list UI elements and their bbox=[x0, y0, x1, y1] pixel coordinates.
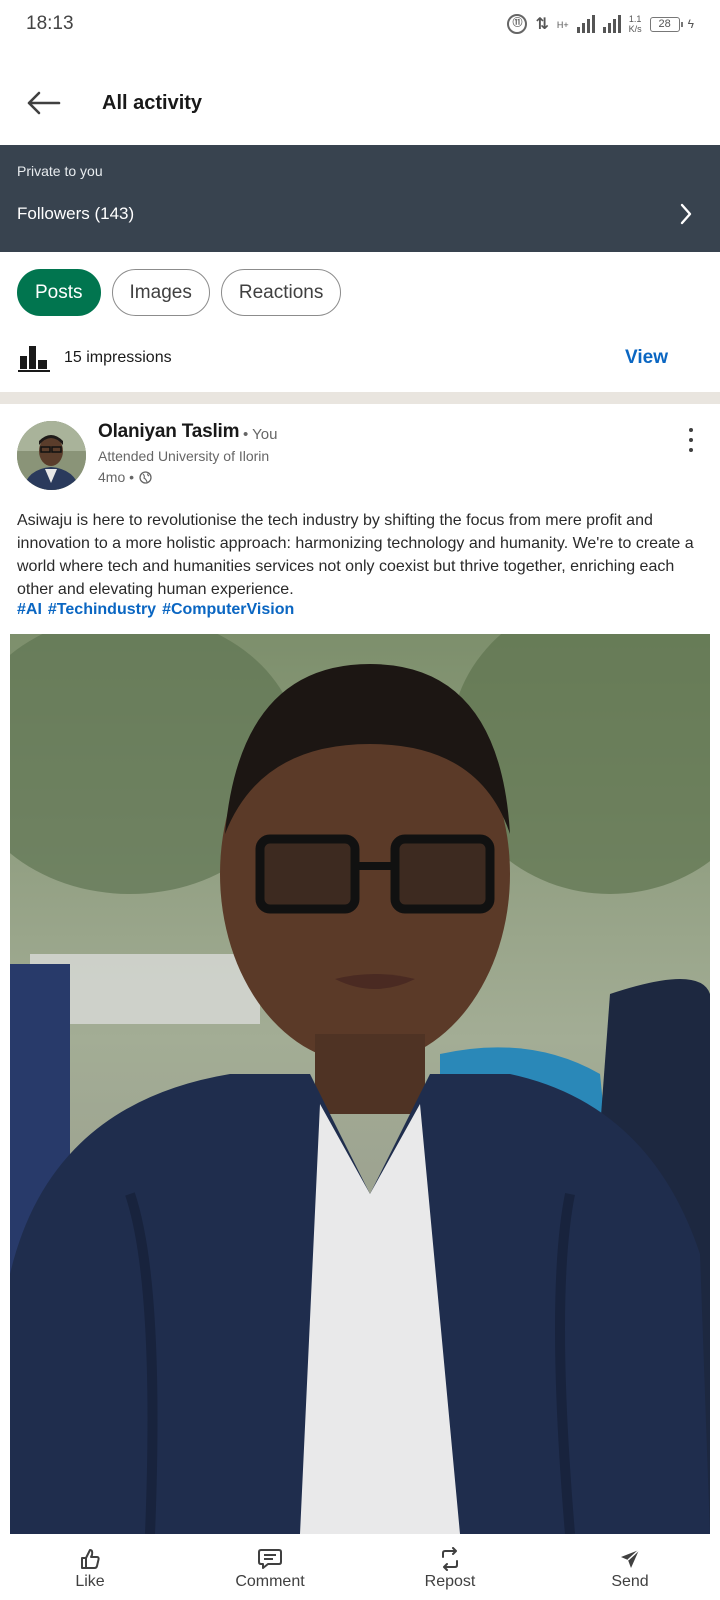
impressions-count: 15 impressions bbox=[64, 349, 172, 366]
data-transfer-icon: ⇅ bbox=[535, 16, 549, 33]
like-button[interactable]: Like bbox=[0, 1538, 180, 1600]
comment-button[interactable]: Comment bbox=[180, 1538, 360, 1600]
tab-posts[interactable]: Posts bbox=[17, 269, 101, 316]
dot bbox=[689, 448, 693, 452]
repost-label: Repost bbox=[424, 1573, 476, 1590]
network-type: H+ bbox=[556, 20, 569, 30]
status-time: 18:13 bbox=[26, 13, 74, 34]
you-label: • You bbox=[243, 426, 278, 443]
arrow-left-icon bbox=[27, 91, 61, 115]
send-icon bbox=[621, 1549, 640, 1568]
followers-label: Followers (143) bbox=[17, 204, 135, 223]
status-icons: ⑪ ⇅ H+ 1.1 K/s 28 ϟ bbox=[507, 14, 694, 34]
comment-icon bbox=[258, 1549, 282, 1569]
section-divider bbox=[0, 392, 720, 404]
post-age: 4mo • bbox=[98, 469, 135, 485]
impressions-row: 15 impressions View bbox=[0, 335, 720, 381]
author-subtitle: Attended University of Ilorin bbox=[98, 448, 270, 464]
post-image[interactable] bbox=[10, 634, 710, 1534]
charging-icon: ϟ bbox=[687, 17, 694, 31]
followers-row[interactable]: Followers (143) bbox=[0, 189, 720, 239]
repost-button[interactable]: Repost bbox=[360, 1538, 540, 1600]
bar-chart-icon bbox=[18, 346, 50, 372]
post-body: Asiwaju is here to revolutionise the tec… bbox=[17, 512, 694, 598]
dot bbox=[689, 438, 693, 442]
dot bbox=[689, 428, 693, 432]
like-label: Like bbox=[75, 1573, 105, 1590]
more-options-button[interactable] bbox=[680, 428, 702, 452]
back-button[interactable] bbox=[14, 73, 74, 133]
hd-call-icon: ⑪ bbox=[507, 14, 528, 34]
network-speed: 1.1 K/s bbox=[629, 14, 642, 34]
battery-level: 28 bbox=[658, 17, 671, 30]
post-photo bbox=[10, 634, 710, 1534]
tab-reactions[interactable]: Reactions bbox=[220, 269, 342, 316]
private-banner: Private to you Followers (143) bbox=[0, 145, 720, 252]
network-speed-value: 1.1 bbox=[628, 14, 642, 24]
author-name[interactable]: Olaniyan Taslim bbox=[98, 421, 240, 443]
private-label: Private to you bbox=[17, 163, 103, 179]
repost-icon bbox=[442, 1547, 458, 1571]
signal-icon bbox=[576, 15, 595, 33]
post-action-bar: Like Comment Repost Send bbox=[0, 1538, 720, 1600]
thumbs-up-icon bbox=[81, 1549, 100, 1569]
hashtags: #AI #Techindustry #ComputerVision bbox=[17, 601, 294, 619]
comment-label: Comment bbox=[235, 1573, 305, 1590]
avatar-photo bbox=[17, 421, 86, 490]
view-impressions-link[interactable]: View bbox=[625, 347, 668, 369]
send-label: Send bbox=[611, 1573, 649, 1590]
header: All activity bbox=[0, 60, 720, 146]
send-button[interactable]: Send bbox=[540, 1538, 720, 1600]
hashtag-computervision[interactable]: #ComputerVision bbox=[162, 601, 294, 619]
hashtag-techindustry[interactable]: #Techindustry bbox=[48, 601, 156, 619]
avatar[interactable] bbox=[17, 421, 86, 490]
globe-icon bbox=[139, 470, 152, 484]
signal-icon bbox=[602, 15, 621, 33]
chevron-right-icon bbox=[680, 203, 692, 225]
post-time: 4mo • bbox=[98, 469, 152, 485]
network-speed-unit: K/s bbox=[628, 24, 642, 34]
filter-tabs: Posts Images Reactions bbox=[17, 269, 342, 316]
tab-images[interactable]: Images bbox=[111, 269, 210, 316]
page-title: All activity bbox=[102, 91, 203, 114]
hashtag-ai[interactable]: #AI bbox=[17, 601, 42, 619]
status-bar: 18:13 ⑪ ⇅ H+ 1.1 K/s 28 ϟ bbox=[0, 0, 720, 48]
battery-icon: 28 bbox=[649, 16, 683, 32]
